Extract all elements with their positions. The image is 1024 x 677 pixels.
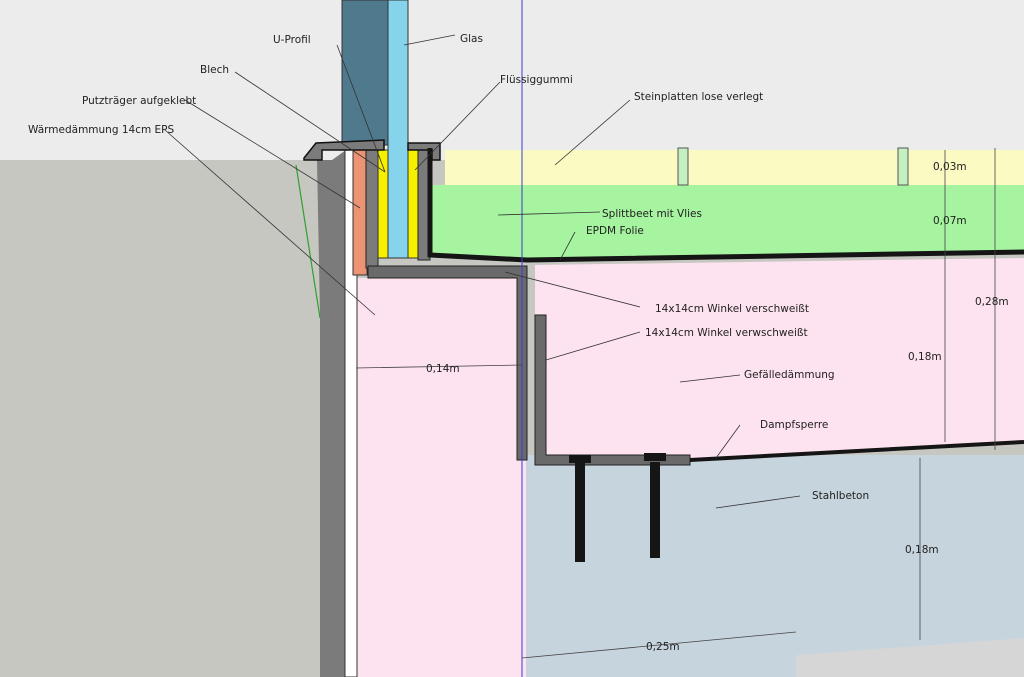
dim-025: 0,25m bbox=[646, 641, 680, 653]
stone-joint bbox=[677, 147, 689, 186]
plaster-carrier bbox=[352, 149, 368, 276]
label-blech: Blech bbox=[200, 64, 229, 76]
glass-pane bbox=[387, 0, 409, 259]
label-winkel-verwschweisst: 14x14cm Winkel verwschweißt bbox=[645, 327, 808, 339]
label-dampfsperre: Dampfsperre bbox=[760, 419, 828, 431]
anchor-head bbox=[644, 453, 666, 461]
label-stahlbeton: Stahlbeton bbox=[812, 490, 869, 502]
dim-018-upper: 0,18m bbox=[908, 351, 942, 363]
anchor-head bbox=[569, 455, 591, 463]
dim-007: 0,07m bbox=[933, 215, 967, 227]
dim-018-lower: 0,18m bbox=[905, 544, 939, 556]
dim-014: 0,14m bbox=[426, 363, 460, 375]
wall-outer-sheet bbox=[317, 150, 346, 677]
glass-frame bbox=[341, 0, 389, 146]
label-fluessiggummi: Flüssiggummi bbox=[500, 74, 573, 86]
label-gefaelledaemmung: Gefälledämmung bbox=[744, 369, 835, 381]
stone-joint bbox=[897, 147, 909, 186]
label-u-profil: U-Profil bbox=[273, 34, 311, 46]
label-glas: Glas bbox=[460, 33, 483, 45]
dim-003: 0,03m bbox=[933, 161, 967, 173]
dim-028: 0,28m bbox=[975, 296, 1009, 308]
anchor-bar bbox=[575, 462, 585, 562]
label-epdm: EPDM Folie bbox=[586, 225, 644, 237]
label-winkel-verschweisst: 14x14cm Winkel verschweißt bbox=[655, 303, 809, 315]
label-steinplatten: Steinplatten lose verlegt bbox=[634, 91, 763, 103]
label-splittbeet: Splittbeet mit Vlies bbox=[602, 208, 702, 220]
label-putztraeger: Putzträger aufgeklebt bbox=[82, 95, 196, 107]
yellow-profile-right bbox=[407, 149, 419, 259]
label-waermedaemmung: Wärmedämmung 14cm EPS bbox=[28, 124, 174, 136]
anchor-bar bbox=[650, 462, 660, 558]
construction-detail-drawing: U-Profil Glas Blech Flüssiggummi Putzträ… bbox=[0, 0, 1024, 677]
frame-strip bbox=[365, 149, 379, 269]
wall-insulation-eps bbox=[356, 278, 526, 677]
